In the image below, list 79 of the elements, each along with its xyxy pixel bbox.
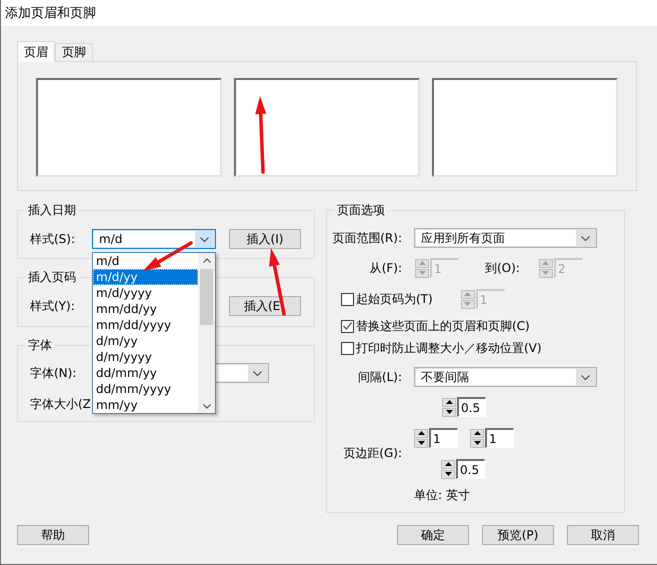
- checkbox[interactable]: [341, 342, 354, 354]
- checkbox-label[interactable]: 替换这些页面上的页眉和页脚(C): [356, 318, 530, 334]
- dropdown-option[interactable]: m/d/yyyy: [93, 285, 198, 301]
- down-arrow-icon: [464, 302, 472, 306]
- up-arrow-icon: [474, 431, 480, 435]
- dropdown-field[interactable]: 不要间隔: [414, 367, 597, 387]
- up-chevron-icon: [202, 258, 210, 262]
- preview-button[interactable]: 预览(P): [482, 525, 554, 545]
- text-box[interactable]: [234, 78, 420, 177]
- up-arrow-icon: [446, 400, 452, 404]
- field-label: 从(F):: [368, 260, 402, 276]
- unit-label: 单位: 英寸: [414, 486, 470, 504]
- spin-up-button[interactable]: [414, 428, 428, 438]
- text-box[interactable]: [36, 78, 222, 177]
- down-arrow-icon: [542, 271, 550, 275]
- tab[interactable]: 页脚: [55, 43, 93, 61]
- chevron-icon: [581, 236, 590, 240]
- help-button[interactable]: 帮助: [17, 525, 89, 545]
- chevron-icon: [200, 236, 209, 242]
- dropdown-option[interactable]: dd/mm/yyyy: [93, 381, 198, 397]
- dropdown-field[interactable]: 应用到所有页面: [414, 228, 597, 248]
- field-label: 字体大小(Z: [30, 396, 92, 412]
- down-arrow-icon: [444, 472, 452, 476]
- cancel-button[interactable]: 取消: [567, 525, 639, 545]
- checkbox-label[interactable]: 打印时防止调整大小／移动位置(V): [356, 340, 542, 356]
- scrollbar[interactable]: [198, 253, 215, 413]
- field-label: 页边距(G):: [342, 445, 402, 462]
- group-title: 插入日期: [27, 203, 77, 218]
- up-arrow-icon: [464, 292, 472, 296]
- insert-button[interactable]: 插入(E: [229, 296, 301, 316]
- spin-down-button[interactable]: [470, 438, 484, 448]
- dropdown-field[interactable]: m/d: [92, 229, 216, 249]
- down-chevron-icon: [202, 404, 210, 408]
- number-field[interactable]: 0.5: [457, 397, 486, 417]
- field-label: 到(O):: [485, 260, 520, 276]
- dropdown-option[interactable]: mm/dd/yy: [93, 301, 198, 317]
- chevron-icon: [581, 374, 590, 380]
- dropdown-option[interactable]: dd/mm/yy: [93, 365, 198, 381]
- spin-down-button[interactable]: [442, 408, 456, 416]
- group-title: 页面选项: [336, 203, 386, 218]
- field-label: 页面范围(R):: [331, 230, 402, 246]
- spin-down-button[interactable]: [441, 470, 455, 478]
- check-icon: [343, 322, 352, 330]
- dropdown-option[interactable]: m/d: [93, 253, 198, 269]
- dropdown-option[interactable]: mm/dd/yyyy: [93, 317, 198, 333]
- window-title: 添加页眉和页脚: [5, 5, 96, 22]
- spin-down-button[interactable]: [414, 438, 428, 448]
- field-label: 间隔(L):: [356, 368, 402, 386]
- annotation-arrow: [143, 241, 193, 271]
- spin-up-button[interactable]: [442, 398, 456, 406]
- spin-up-button[interactable]: [441, 460, 455, 468]
- number-field[interactable]: 1: [485, 428, 514, 448]
- field-label: 样式(S):: [30, 230, 76, 248]
- number-field[interactable]: 0.5: [456, 459, 485, 479]
- down-arrow-icon: [446, 410, 452, 414]
- dropdown-option[interactable]: mm/yy: [93, 397, 198, 413]
- up-arrow-icon: [444, 462, 452, 466]
- dropdown-option[interactable]: d/m/yy: [93, 333, 198, 349]
- annotation-arrow: [269, 248, 286, 316]
- up-arrow-icon: [418, 261, 426, 265]
- up-arrow-icon: [542, 261, 550, 265]
- tab[interactable]: 页眉: [17, 41, 55, 62]
- field-label: 样式(Y):: [30, 298, 76, 314]
- chevron-icon: [253, 370, 262, 376]
- ok-button[interactable]: 确定: [397, 525, 469, 545]
- group-title: 字体: [27, 338, 53, 353]
- dropdown-option[interactable]: d/m/yyyy: [93, 349, 198, 365]
- text-box[interactable]: [432, 78, 618, 177]
- number-field[interactable]: 1: [429, 428, 458, 448]
- down-arrow-icon: [418, 441, 424, 445]
- checkbox[interactable]: [341, 320, 354, 332]
- insert-button[interactable]: 插入(I): [229, 229, 301, 249]
- field-label: 字体(N):: [30, 364, 78, 382]
- up-arrow-icon: [418, 431, 424, 435]
- group-title: 插入页码: [27, 270, 77, 285]
- down-arrow-icon: [418, 271, 426, 275]
- down-arrow-icon: [474, 441, 480, 445]
- dropdown-option[interactable]: m/d/yy: [93, 269, 198, 285]
- spin-up-button[interactable]: [470, 428, 484, 438]
